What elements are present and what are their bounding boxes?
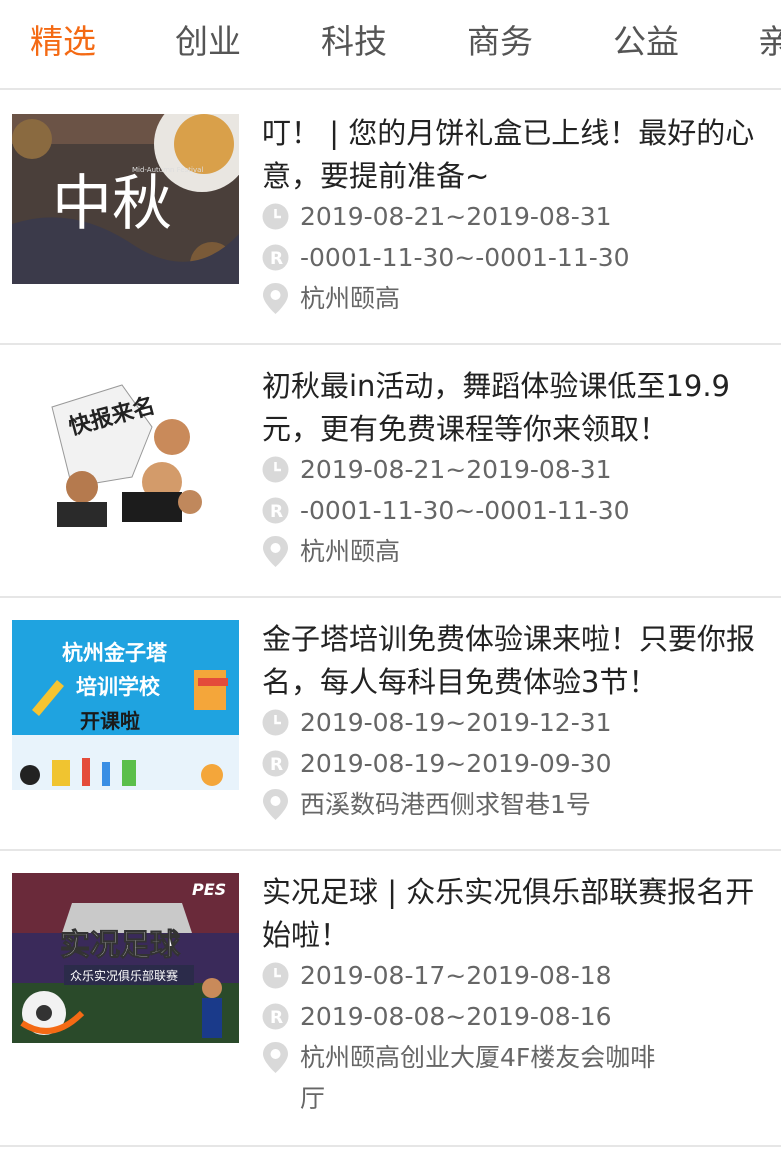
- register-time: -0001-11-30~-0001-11-30: [300, 243, 630, 272]
- location-pin-icon: [263, 536, 288, 567]
- register-time: -0001-11-30~-0001-11-30: [300, 496, 630, 525]
- event-title[interactable]: 初秋最in活动，舞蹈体验课低至19.9元，更有免费课程等你来领取！: [262, 365, 772, 451]
- event-time: 2019-08-21~2019-08-31: [300, 202, 612, 231]
- poster-brand: PES: [192, 880, 226, 899]
- register-time: 2019-08-08~2019-08-16: [300, 1002, 612, 1031]
- event-card[interactable]: 杭州金子塔 培训学校 开课啦 金子塔培训免费体验课来啦！只要你报名，每人每科目免…: [0, 598, 781, 851]
- event-location: 西溪数码港西侧求智巷1号: [300, 790, 591, 819]
- registration-r-icon: R: [262, 497, 289, 524]
- location-pin-icon: [263, 1042, 288, 1073]
- football-poster-image: 实况足球 众乐实况俱乐部联赛 PES: [12, 873, 239, 1043]
- event-thumbnail: 杭州金子塔 培训学校 开课啦: [12, 620, 239, 790]
- event-location: 杭州颐高: [300, 537, 401, 566]
- tab-startup[interactable]: 创业: [175, 20, 241, 64]
- poster-subtitle: Mid-Autumn Festival: [132, 166, 203, 174]
- clock-icon: [262, 456, 289, 483]
- event-title[interactable]: 叮！ | 您的月饼礼盒已上线！最好的心意，要提前准备~: [262, 112, 772, 198]
- poster-line-1: 杭州金子塔: [62, 641, 168, 665]
- svg-text:R: R: [270, 502, 283, 522]
- clock-icon: [262, 962, 289, 989]
- event-card[interactable]: 中秋 Mid-Autumn Festival 叮！ | 您的月饼礼盒已上线！最好…: [0, 92, 781, 345]
- clock-icon: [262, 203, 289, 230]
- registration-r-icon: R: [262, 750, 289, 777]
- event-location: 杭州颐高: [300, 284, 401, 313]
- location-pin-icon: [263, 789, 288, 820]
- event-title[interactable]: 金子塔培训免费体验课来啦！只要你报名，每人每科目免费体验3节！: [262, 618, 772, 704]
- clock-icon: [262, 709, 289, 736]
- poster-headline: 实况足球: [60, 928, 181, 963]
- event-thumbnail: 快报来名: [12, 367, 239, 537]
- event-location: 杭州颐高创业大厦4F楼友会咖啡厅: [300, 1043, 656, 1113]
- register-time: 2019-08-19~2019-09-30: [300, 749, 612, 778]
- category-tab-bar: 精选 创业 科技 商务 公益 亲: [0, 0, 781, 90]
- registration-r-icon: R: [262, 244, 289, 271]
- poster-line-3: 开课啦: [80, 709, 140, 733]
- poster-line-2: 培训学校: [76, 675, 161, 699]
- tab-tech[interactable]: 科技: [321, 20, 387, 64]
- event-thumbnail: 中秋 Mid-Autumn Festival: [12, 114, 239, 284]
- school-poster-image: 杭州金子塔 培训学校 开课啦: [12, 620, 239, 790]
- tab-business[interactable]: 商务: [467, 20, 533, 64]
- event-time: 2019-08-21~2019-08-31: [300, 455, 612, 484]
- svg-text:R: R: [270, 755, 283, 775]
- tab-featured[interactable]: 精选: [30, 20, 96, 64]
- svg-text:R: R: [270, 1008, 283, 1028]
- event-list: 中秋 Mid-Autumn Festival 叮！ | 您的月饼礼盒已上线！最好…: [0, 92, 781, 1147]
- tab-charity[interactable]: 公益: [613, 20, 679, 64]
- event-time: 2019-08-17~2019-08-18: [300, 961, 612, 990]
- tab-partial-next[interactable]: 亲: [758, 20, 781, 64]
- event-time: 2019-08-19~2019-12-31: [300, 708, 612, 737]
- mooncake-poster-image: 中秋 Mid-Autumn Festival: [12, 114, 239, 284]
- poster-headline: 中秋: [52, 169, 172, 239]
- event-thumbnail: 实况足球 众乐实况俱乐部联赛 PES: [12, 873, 239, 1043]
- dance-poster-image: 快报来名: [12, 367, 239, 537]
- registration-r-icon: R: [262, 1003, 289, 1030]
- event-card[interactable]: 快报来名 初秋最in活动，舞蹈体验课低至19.9元，更有免费课程等你来领取！ 2…: [0, 345, 781, 598]
- event-card[interactable]: 实况足球 众乐实况俱乐部联赛 PES 实况足球 | 众乐实况俱乐部联赛报名开始啦…: [0, 851, 781, 1147]
- svg-text:R: R: [270, 249, 283, 269]
- event-title[interactable]: 实况足球 | 众乐实况俱乐部联赛报名开始啦！: [262, 871, 772, 957]
- poster-subtitle: 众乐实况俱乐部联赛: [70, 968, 178, 983]
- location-pin-icon: [263, 283, 288, 314]
